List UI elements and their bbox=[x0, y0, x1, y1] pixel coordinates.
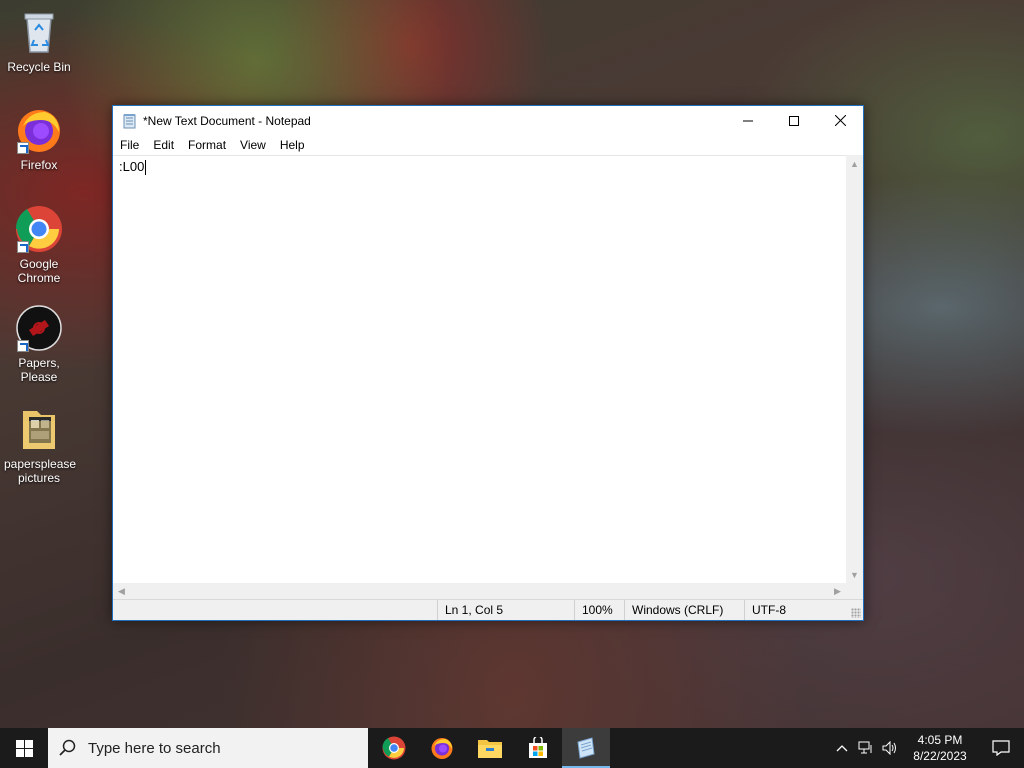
search-icon bbox=[48, 739, 88, 757]
notification-icon bbox=[992, 740, 1010, 756]
clock-date: 8/22/2023 bbox=[913, 749, 967, 763]
desktop-icon-label: Papers, Please bbox=[18, 356, 60, 384]
volume-icon[interactable] bbox=[878, 728, 902, 768]
desktop-icon-label: Firefox bbox=[20, 158, 58, 172]
notepad-icon bbox=[122, 113, 138, 129]
menu-view[interactable]: View bbox=[233, 138, 273, 152]
taskbar-firefox[interactable] bbox=[418, 728, 466, 768]
close-button[interactable] bbox=[817, 106, 863, 135]
status-zoom: 100% bbox=[574, 600, 624, 620]
menu-help[interactable]: Help bbox=[273, 138, 312, 152]
editor-text: :L00 bbox=[119, 159, 145, 174]
clock-time: 4:05 PM bbox=[917, 733, 963, 747]
taskbar-file-explorer[interactable] bbox=[466, 728, 514, 768]
status-cursor-position: Ln 1, Col 5 bbox=[437, 600, 574, 620]
status-bar: Ln 1, Col 5 100% Windows (CRLF) UTF-8 bbox=[113, 599, 863, 620]
taskbar-search-box[interactable]: Type here to search bbox=[48, 728, 368, 768]
menu-bar: File Edit Format View Help bbox=[113, 135, 863, 155]
status-encoding: UTF-8 bbox=[744, 600, 844, 620]
maximize-button[interactable] bbox=[771, 106, 817, 135]
menu-file[interactable]: File bbox=[113, 138, 146, 152]
firefox-icon bbox=[15, 106, 63, 154]
horizontal-scrollbar[interactable]: ◀ ▶ bbox=[113, 583, 846, 600]
search-placeholder: Type here to search bbox=[88, 739, 221, 757]
papers-please-icon bbox=[15, 304, 63, 352]
folder-icon bbox=[15, 405, 63, 453]
firefox-icon bbox=[431, 738, 453, 759]
scroll-left-icon[interactable]: ◀ bbox=[113, 583, 130, 600]
chrome-icon bbox=[15, 205, 63, 253]
desktop-icon-label: Recycle Bin bbox=[7, 60, 71, 74]
minimize-button[interactable] bbox=[725, 106, 771, 135]
desktop-icon-chrome[interactable]: Google Chrome bbox=[0, 205, 78, 285]
start-button[interactable] bbox=[0, 728, 48, 768]
network-icon[interactable] bbox=[854, 728, 878, 768]
vertical-scrollbar[interactable]: ▲ ▼ bbox=[846, 155, 863, 583]
taskbar: Type here to search 4:05 PM 8/22/2023 bbox=[0, 728, 1024, 768]
shortcut-arrow-icon bbox=[17, 241, 29, 253]
desktop-icon-papers-please[interactable]: Papers, Please bbox=[0, 304, 78, 384]
desktop-icon-recycle-bin[interactable]: Recycle Bin bbox=[0, 8, 78, 74]
scroll-right-icon[interactable]: ▶ bbox=[829, 583, 846, 600]
menu-edit[interactable]: Edit bbox=[146, 138, 181, 152]
menu-format[interactable]: Format bbox=[181, 138, 233, 152]
taskbar-chrome[interactable] bbox=[370, 728, 418, 768]
taskbar-store[interactable] bbox=[514, 728, 562, 768]
desktop-icon-firefox[interactable]: Firefox bbox=[0, 106, 78, 172]
file-explorer-icon bbox=[478, 740, 502, 758]
taskbar-clock[interactable]: 4:05 PM 8/22/2023 bbox=[902, 732, 978, 764]
chrome-icon bbox=[382, 736, 406, 760]
taskbar-notepad[interactable] bbox=[562, 728, 610, 768]
system-tray: 4:05 PM 8/22/2023 bbox=[830, 728, 1024, 768]
chevron-up-icon[interactable] bbox=[830, 728, 854, 768]
status-line-endings: Windows (CRLF) bbox=[624, 600, 744, 620]
scrollbar-corner bbox=[846, 583, 863, 600]
notepad-window[interactable]: *New Text Document - Notepad File Edit F… bbox=[112, 105, 864, 621]
desktop-icon-label: papersplease pictures bbox=[4, 457, 77, 485]
store-icon bbox=[529, 737, 547, 758]
notification-center-button[interactable] bbox=[978, 740, 1024, 756]
editor-content[interactable]: :L00 bbox=[119, 159, 147, 176]
resize-grip-icon[interactable] bbox=[851, 608, 861, 618]
scroll-down-icon[interactable]: ▼ bbox=[846, 566, 863, 583]
desktop-icon-label: Google Chrome bbox=[17, 257, 61, 285]
desktop-icon-papersplease-pictures[interactable]: papersplease pictures bbox=[0, 405, 78, 485]
text-caret bbox=[145, 160, 147, 176]
scroll-up-icon[interactable]: ▲ bbox=[846, 155, 863, 172]
title-bar[interactable]: *New Text Document - Notepad bbox=[113, 106, 863, 135]
shortcut-arrow-icon bbox=[17, 142, 29, 154]
window-title: *New Text Document - Notepad bbox=[143, 113, 311, 128]
text-editor-area[interactable]: :L00 bbox=[113, 155, 863, 583]
notepad-icon bbox=[577, 737, 595, 759]
shortcut-arrow-icon bbox=[17, 340, 29, 352]
recycle-bin-icon bbox=[15, 8, 63, 56]
windows-logo-icon bbox=[15, 739, 33, 757]
